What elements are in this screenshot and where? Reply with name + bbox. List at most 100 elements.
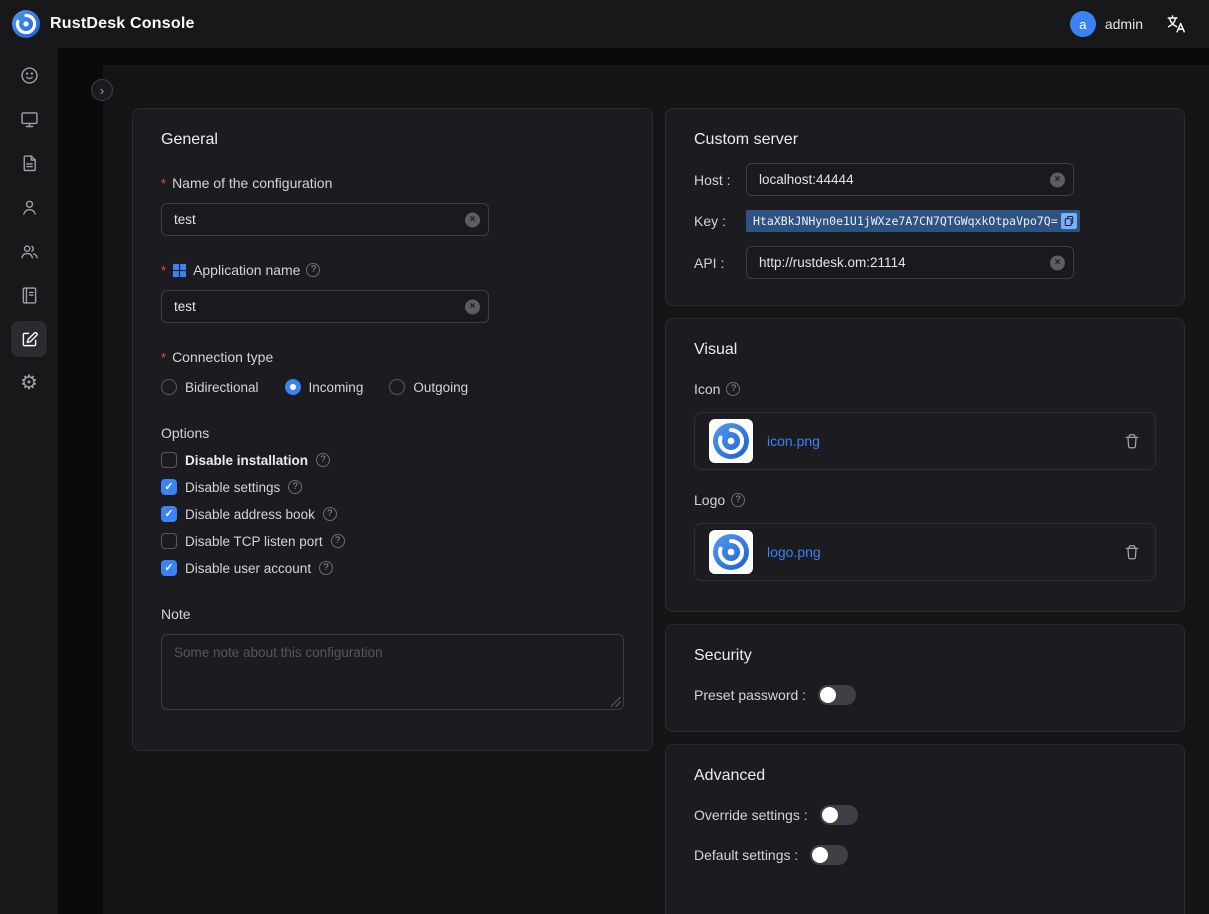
sidebar-item-documents[interactable]: [11, 145, 47, 181]
rustdesk-logo-icon: [12, 10, 40, 38]
default-settings-label: Default settings :: [694, 847, 798, 863]
key-label: Key :: [694, 213, 746, 229]
preset-password-label: Preset password :: [694, 687, 806, 703]
checkbox[interactable]: [161, 452, 177, 468]
required-asterisk: [161, 175, 166, 191]
clear-icon[interactable]: [465, 299, 480, 314]
logo-thumbnail: [709, 530, 753, 574]
radio-outgoing[interactable]: Outgoing: [389, 379, 468, 395]
option-disable-address-book: Disable address book: [161, 506, 624, 522]
radio-dot: [285, 379, 301, 395]
gear-icon: ⚙: [20, 373, 38, 393]
advanced-card: Advanced Override settings : Default set…: [665, 744, 1185, 914]
checkbox[interactable]: [161, 506, 177, 522]
user-icon: [19, 197, 40, 218]
api-input[interactable]: [746, 246, 1074, 279]
sidebar-item-settings[interactable]: ⚙: [11, 365, 47, 401]
required-asterisk: [161, 262, 166, 278]
sidebar-item-devices[interactable]: [11, 101, 47, 137]
journal-icon: [19, 285, 40, 306]
help-icon[interactable]: [323, 507, 337, 521]
checkbox[interactable]: [161, 479, 177, 495]
sidebar-item-editor[interactable]: [11, 321, 47, 357]
help-icon[interactable]: [316, 453, 330, 467]
radio-incoming[interactable]: Incoming: [285, 379, 364, 395]
translate-icon[interactable]: [1165, 13, 1187, 35]
config-name-input[interactable]: [161, 203, 489, 236]
brand: RustDesk Console: [12, 10, 195, 38]
sidebar-item-users[interactable]: [11, 189, 47, 225]
default-settings-row: Default settings :: [694, 845, 1156, 865]
username: admin: [1105, 16, 1143, 32]
security-card: Security Preset password :: [665, 624, 1185, 732]
chevron-right-icon: ›: [100, 83, 104, 98]
option-disable-installation: Disable installation: [161, 452, 624, 468]
smiley-icon: [19, 65, 40, 86]
host-label: Host :: [694, 172, 746, 188]
key-text: HtaXBkJNHyn0e1U1jWXze7A7CN7QTGWqxkOtpaVp…: [753, 214, 1058, 228]
icon-file-row: icon.png: [694, 412, 1156, 470]
api-label: API :: [694, 255, 746, 271]
pencil-square-icon: [19, 329, 40, 350]
help-icon[interactable]: [726, 382, 740, 396]
clear-icon[interactable]: [1050, 255, 1065, 270]
app-title: RustDesk Console: [50, 15, 195, 33]
windows-icon: [172, 263, 187, 278]
logo-file-row: logo.png: [694, 523, 1156, 581]
sidebar-expand-button[interactable]: ›: [91, 79, 113, 101]
help-icon[interactable]: [731, 493, 745, 507]
override-settings-label: Override settings :: [694, 807, 808, 823]
sidebar-item-status[interactable]: [11, 57, 47, 93]
note-textarea[interactable]: [161, 634, 624, 710]
note-label: Note: [161, 606, 624, 622]
security-title: Security: [694, 647, 1156, 665]
host-input[interactable]: [746, 163, 1074, 196]
override-settings-row: Override settings :: [694, 805, 1156, 825]
document-icon: [19, 153, 40, 174]
general-title: General: [161, 131, 624, 149]
option-disable-user-account: Disable user account: [161, 560, 624, 576]
connection-type-label: Connection type: [161, 349, 624, 365]
sidebar-item-groups[interactable]: [11, 233, 47, 269]
custom-server-card: Custom server Host : Key : HtaXBkJNHyn: [665, 108, 1185, 306]
help-icon[interactable]: [331, 534, 345, 548]
user-menu[interactable]: a admin: [1070, 11, 1143, 37]
logo-label: Logo: [694, 492, 1156, 508]
app-name-field-label: Application name: [161, 262, 624, 278]
logo-file-link[interactable]: logo.png: [767, 544, 821, 560]
preset-password-toggle[interactable]: [818, 685, 856, 705]
help-icon[interactable]: [319, 561, 333, 575]
options-label: Options: [161, 425, 624, 441]
icon-label: Icon: [694, 381, 1156, 397]
default-settings-toggle[interactable]: [810, 845, 848, 865]
copy-icon[interactable]: [1061, 213, 1077, 229]
icon-thumbnail: [709, 419, 753, 463]
help-icon[interactable]: [306, 263, 320, 277]
sidebar-item-journal[interactable]: [11, 277, 47, 313]
clear-icon[interactable]: [465, 212, 480, 227]
checkbox[interactable]: [161, 560, 177, 576]
checkbox[interactable]: [161, 533, 177, 549]
clear-icon[interactable]: [1050, 172, 1065, 187]
general-card: General Name of the configuration: [132, 108, 653, 751]
main-area: › General Name of the configuration: [58, 48, 1209, 914]
required-asterisk: [161, 349, 166, 365]
override-settings-toggle[interactable]: [820, 805, 858, 825]
icon-file-link[interactable]: icon.png: [767, 433, 820, 449]
application-name-input[interactable]: [161, 290, 489, 323]
radio-bidirectional[interactable]: Bidirectional: [161, 379, 259, 395]
server-key-value: HtaXBkJNHyn0e1U1jWXze7A7CN7QTGWqxkOtpaVp…: [746, 210, 1080, 232]
topbar: RustDesk Console a admin: [0, 0, 1209, 48]
name-field-label: Name of the configuration: [161, 175, 624, 191]
visual-title: Visual: [694, 341, 1156, 359]
delete-icon[interactable]: [1123, 543, 1141, 561]
preset-password-row: Preset password :: [694, 685, 1156, 705]
content-page: › General Name of the configuration: [103, 65, 1209, 914]
advanced-title: Advanced: [694, 767, 1156, 785]
option-disable-settings: Disable settings: [161, 479, 624, 495]
help-icon[interactable]: [288, 480, 302, 494]
delete-icon[interactable]: [1123, 432, 1141, 450]
avatar[interactable]: a: [1070, 11, 1096, 37]
monitor-icon: [19, 109, 40, 130]
radio-dot: [389, 379, 405, 395]
